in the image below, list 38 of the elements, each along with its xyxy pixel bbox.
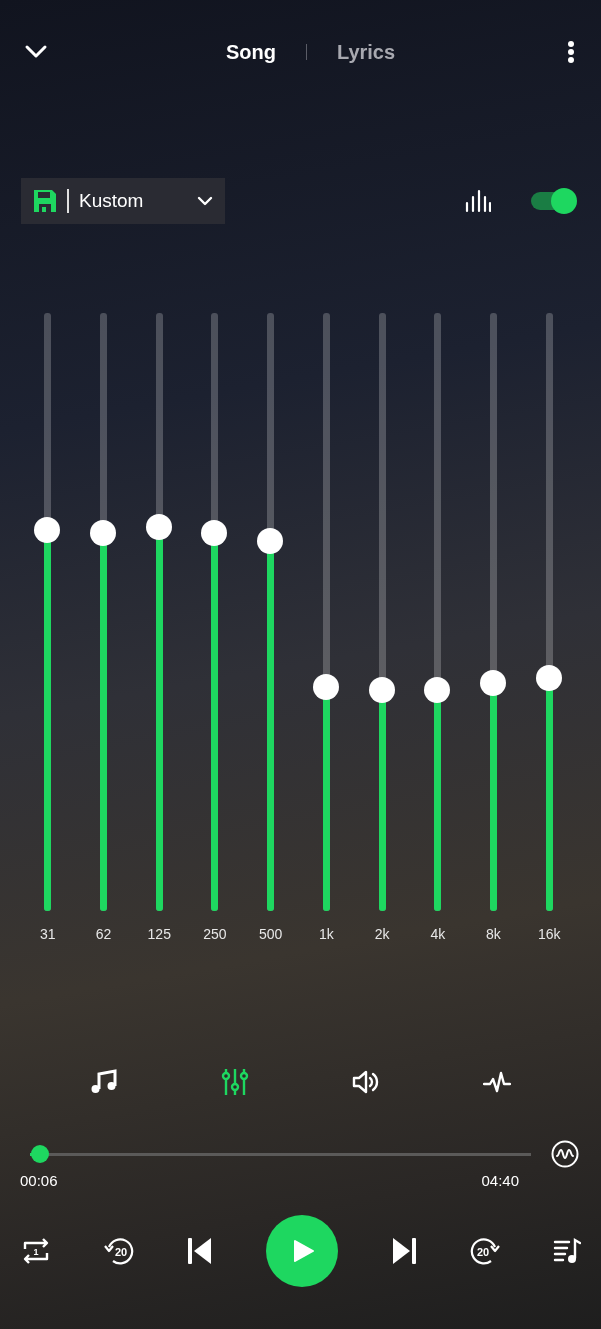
slider-thumb[interactable] bbox=[312, 673, 339, 700]
bar-chart-icon[interactable] bbox=[465, 189, 491, 213]
seek-thumb[interactable] bbox=[31, 1145, 49, 1163]
next-icon[interactable] bbox=[391, 1237, 417, 1265]
slider-thumb[interactable] bbox=[535, 664, 562, 691]
preset-dropdown[interactable]: Kustom bbox=[21, 178, 225, 224]
tab[interactable]: Song bbox=[225, 40, 276, 64]
collapse-icon[interactable] bbox=[24, 44, 48, 60]
playlist-icon[interactable] bbox=[553, 1237, 581, 1265]
equalizer-icon[interactable] bbox=[221, 1068, 249, 1096]
more-icon[interactable] bbox=[567, 40, 575, 64]
chevron-down-icon bbox=[197, 196, 213, 206]
slider-thumb[interactable] bbox=[90, 520, 117, 547]
band-label: 4k bbox=[430, 926, 446, 942]
play-icon bbox=[293, 1239, 315, 1263]
slider-thumb[interactable] bbox=[201, 520, 228, 547]
music-note-icon[interactable] bbox=[90, 1068, 118, 1096]
slider-thumb[interactable] bbox=[34, 517, 61, 544]
band-label: 125 bbox=[147, 926, 171, 942]
band-label: 8k bbox=[486, 926, 501, 942]
tab[interactable]: Lyrics bbox=[336, 40, 396, 64]
speaker-icon[interactable] bbox=[352, 1068, 380, 1096]
band-label: 1k bbox=[318, 926, 334, 942]
slider-thumb[interactable] bbox=[368, 676, 395, 703]
slider-thumb[interactable] bbox=[257, 527, 284, 554]
band-label: 31 bbox=[40, 926, 56, 942]
band-label: 250 bbox=[203, 926, 227, 942]
previous-icon[interactable] bbox=[187, 1237, 213, 1265]
elapsed-time: 00:06 bbox=[20, 1172, 58, 1189]
band-label: 16k bbox=[537, 926, 561, 942]
slider-thumb[interactable] bbox=[145, 514, 172, 541]
slider-thumb[interactable] bbox=[424, 676, 451, 703]
band-label: 500 bbox=[259, 926, 283, 942]
total-time: 04:40 bbox=[481, 1172, 519, 1189]
band-label: 62 bbox=[95, 926, 112, 942]
waveform-icon[interactable] bbox=[551, 1140, 579, 1168]
slider-thumb[interactable] bbox=[479, 670, 506, 697]
band-label: 2k bbox=[374, 926, 390, 942]
